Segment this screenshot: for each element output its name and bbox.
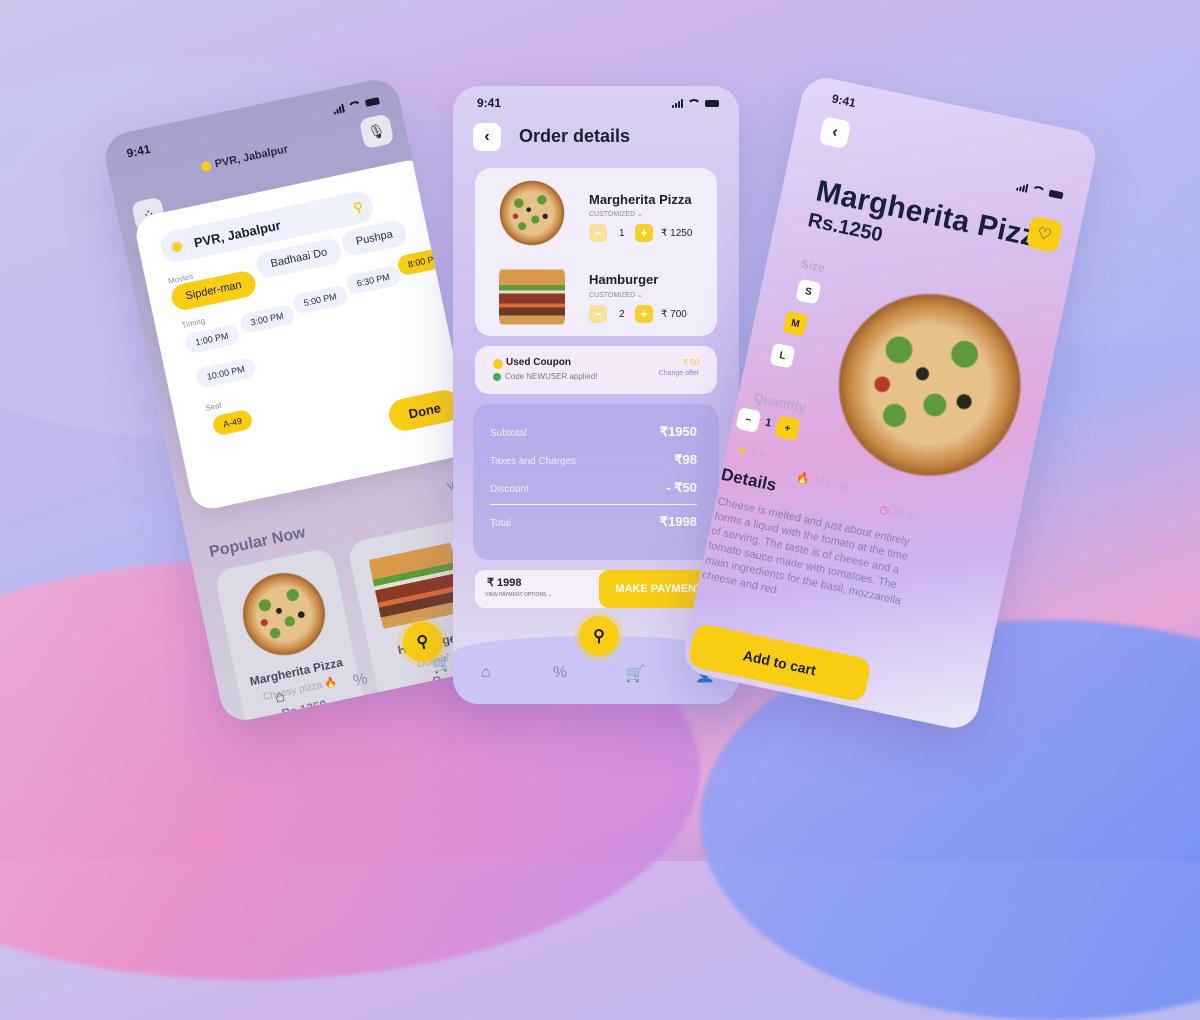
search-icon: ⚲: [415, 632, 431, 652]
summary-row: Discount - ₹50: [490, 480, 697, 495]
timing-chip[interactable]: 10:00 PM: [195, 357, 257, 389]
chevron-left-icon: ‹: [830, 123, 840, 142]
star-icon: ★: [735, 444, 748, 459]
timing-label: Timing: [180, 316, 206, 330]
pizza-image: [234, 564, 334, 664]
size-option[interactable]: M: [782, 310, 809, 337]
size-label: Size: [799, 256, 827, 276]
home-icon[interactable]: ⌂: [481, 664, 491, 682]
timing-chip[interactable]: 1:00 PM: [183, 323, 241, 355]
timing-chip[interactable]: 6:30 PM: [344, 264, 402, 296]
fire-icon: 🔥: [795, 471, 812, 486]
favorite-button[interactable]: ♡: [1025, 215, 1064, 254]
wifi-icon: [346, 99, 363, 112]
cart-icon[interactable]: 🛒: [625, 664, 645, 684]
summary-row: Taxes and Charges ₹98: [490, 452, 697, 467]
payment-bar: ₹ 1998 VIEW PAYMENT OPTIONS ⌄ MAKE PAYME…: [475, 570, 719, 608]
details-title: Details: [719, 464, 779, 495]
pay-amount: ₹ 1998: [487, 577, 522, 589]
back-button[interactable]: ‹: [473, 123, 501, 151]
status-icons: [1015, 182, 1064, 201]
status-time: 9:41: [125, 141, 152, 161]
quantity-label: Quantity: [752, 389, 808, 416]
item-qty: 1: [619, 228, 625, 239]
item-price: ₹ 1250: [661, 228, 693, 239]
item-price: ₹ 700: [661, 309, 687, 320]
size-option[interactable]: S: [795, 278, 822, 305]
item-qty: 2: [619, 309, 625, 320]
mic-button[interactable]: 🎙: [358, 113, 395, 150]
item-name: Margherita Pizza: [589, 192, 692, 207]
calories: 🔥 145 cal: [795, 471, 849, 494]
coupon-card: Used Coupon Code NEWUSER applied! - ₹ 50…: [475, 346, 717, 394]
signal-icon: [1015, 182, 1029, 193]
increase-qty-button[interactable]: +: [635, 224, 653, 242]
coupon-amount: - ₹ 50: [677, 358, 699, 367]
decrease-qty-button[interactable]: −: [589, 305, 607, 323]
search-icon: ⚲: [593, 628, 605, 645]
timing-chip[interactable]: 5:00 PM: [291, 284, 349, 316]
battery-icon: [1048, 189, 1064, 200]
order-items-card: Margherita Pizza CUSTOMIZED ⌄ − 1 + ₹ 12…: [475, 168, 717, 336]
quantity-value: 1: [763, 416, 773, 430]
view-payment-options[interactable]: VIEW PAYMENT OPTIONS ⌄: [485, 592, 552, 598]
heart-icon: ♡: [1035, 225, 1054, 245]
item-name: Hamburger: [589, 272, 659, 287]
coupon-code-text: Code NEWUSER applied!: [505, 372, 598, 381]
bill-summary: Subtotal ₹1950 Taxes and Charges ₹98 Disco…: [473, 404, 719, 560]
page-title: Order details: [519, 126, 631, 146]
search-value: PVR, Jabalpur: [192, 216, 282, 250]
increase-qty-button[interactable]: +: [774, 415, 801, 442]
divider: [490, 504, 697, 505]
offers-icon[interactable]: %: [352, 670, 370, 691]
offers-icon[interactable]: %: [553, 664, 567, 682]
pizza-image: [819, 274, 1040, 496]
change-offer-link[interactable]: Change offer: [659, 370, 699, 377]
customized-toggle[interactable]: CUSTOMIZED ⌄: [589, 210, 643, 218]
done-button[interactable]: Done: [386, 387, 464, 434]
prep-time: ◷ 20 min: [878, 503, 926, 525]
food-card[interactable]: Margherita Pizza Cheesy pizza 🔥 Rs.1250: [213, 546, 369, 725]
search-icon[interactable]: ⚲: [352, 199, 365, 217]
battery-icon: [705, 99, 719, 107]
decrease-qty-button[interactable]: −: [589, 224, 607, 242]
burger-image: [499, 264, 565, 330]
timing-chip[interactable]: 3:00 PM: [238, 303, 296, 335]
burger-image: [367, 536, 467, 636]
mic-icon: 🎙: [366, 121, 387, 141]
wifi-icon: [687, 98, 701, 108]
customized-toggle[interactable]: CUSTOMIZED ⌄: [589, 291, 643, 299]
seat-chip[interactable]: A-49: [211, 408, 254, 437]
search-fab[interactable]: ⚲: [579, 616, 619, 656]
status-bar: 9:41: [477, 96, 719, 110]
status-time: 9:41: [830, 91, 858, 111]
wifi-icon: [1030, 184, 1047, 197]
clock-icon: ◷: [878, 503, 891, 518]
chevron-left-icon: ‹: [484, 128, 490, 145]
increase-qty-button[interactable]: +: [635, 305, 653, 323]
location-header[interactable]: PVR, Jabalpur: [200, 143, 289, 173]
size-option[interactable]: L: [769, 342, 796, 369]
location-text: PVR, Jabalpur: [213, 143, 290, 171]
back-button[interactable]: ‹: [818, 116, 852, 150]
pizza-image: [499, 180, 565, 246]
rating: ★ 4.9: [735, 444, 766, 462]
coupon-title: Used Coupon: [506, 357, 571, 368]
signal-icon: [332, 103, 345, 115]
signal-icon: [672, 98, 683, 108]
summary-row: Subtotal ₹1950: [490, 424, 697, 439]
seat-label: Seat: [204, 400, 223, 413]
battery-icon: [364, 96, 380, 107]
coupon-icon: [493, 359, 503, 369]
location-pin-icon: ◉: [169, 237, 184, 255]
decrease-qty-button[interactable]: −: [735, 406, 762, 433]
location-pin-icon: [200, 160, 213, 173]
status-time: 9:41: [477, 96, 502, 110]
total-row: Total ₹1998: [490, 514, 697, 529]
check-icon: [493, 373, 501, 381]
cart-icon[interactable]: 🛒: [430, 653, 454, 677]
